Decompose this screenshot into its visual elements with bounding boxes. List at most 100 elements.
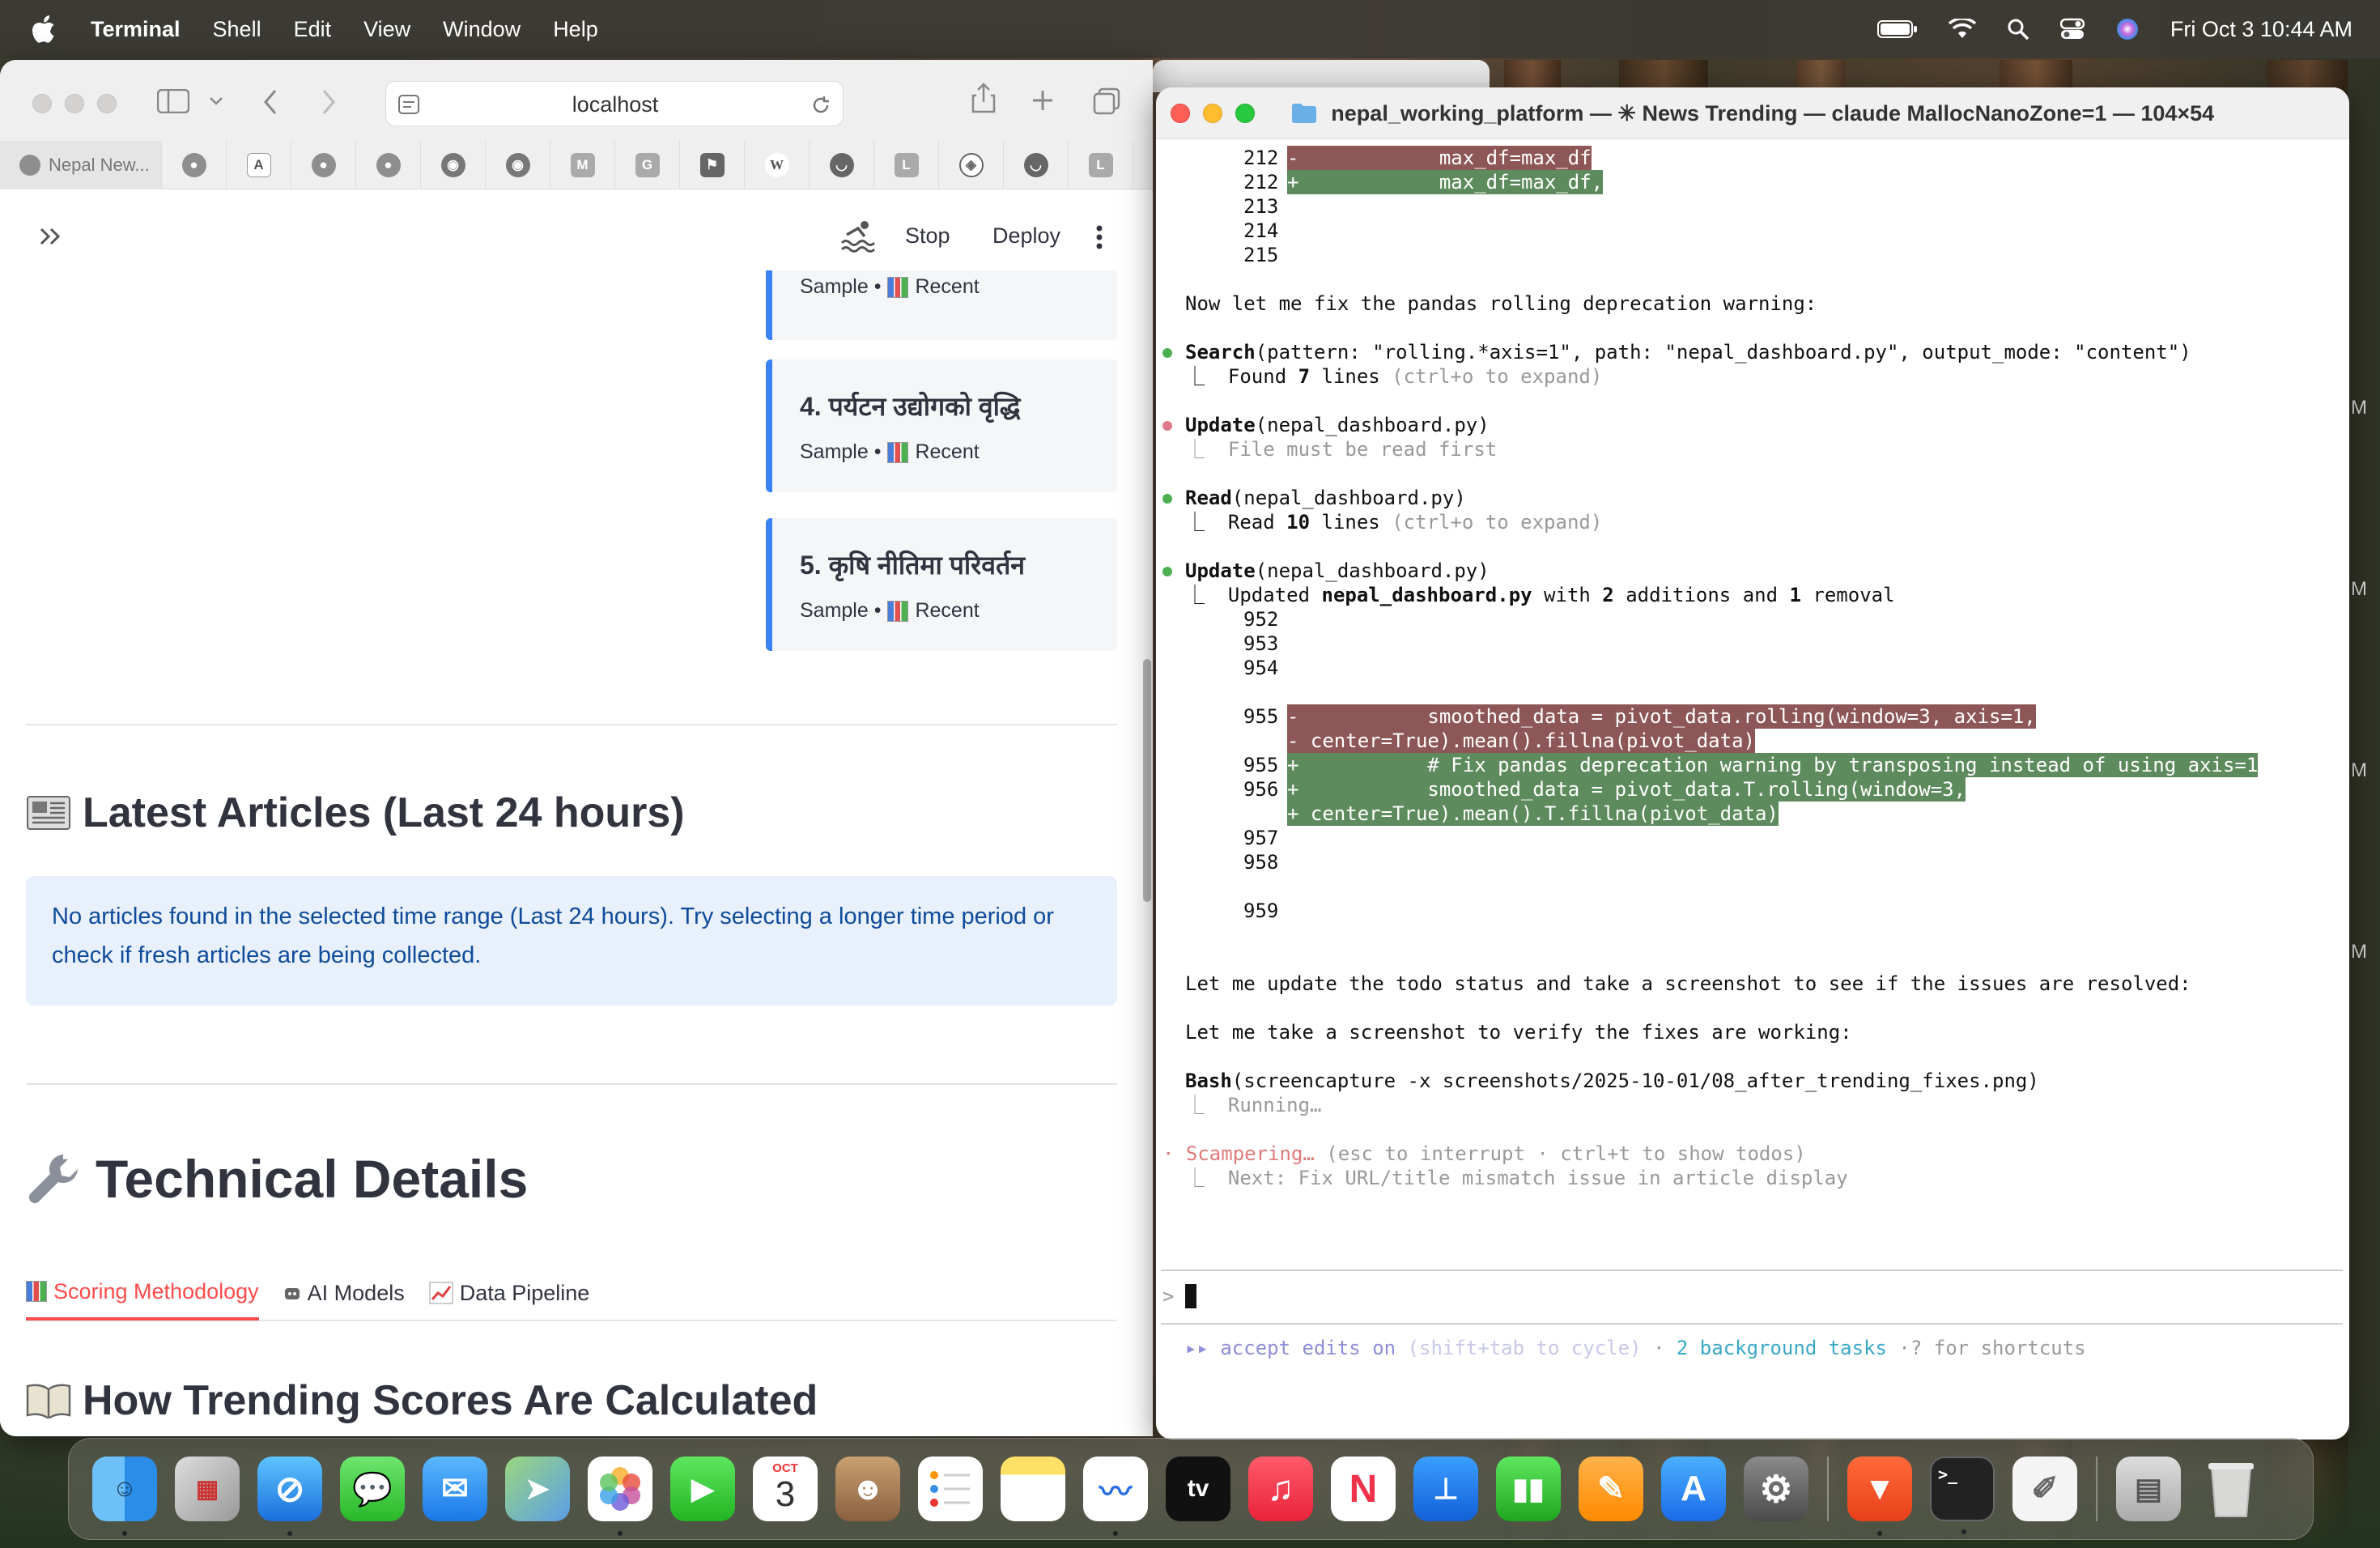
status-spinner-text: · Scampering… [1162, 1142, 1327, 1165]
chevron-down-icon[interactable] [209, 96, 223, 107]
dock: ☺ ▦ ⊘ 💬 ✉ ➤ ▶ OCT 3 ☻ 〰 tv ♫ N ⊥ ▮▮ ✎ A ⚙… [68, 1438, 2314, 1540]
technical-details-text: Technical Details [96, 1149, 529, 1209]
tool-args: (screencapture -x screenshots/2025-10-01… [1231, 1070, 2039, 1092]
tab-m[interactable]: M [550, 141, 615, 189]
new-tab-plus-icon[interactable] [1031, 89, 1054, 112]
window-close-button[interactable] [32, 94, 52, 113]
expand-sidebar-icon[interactable] [39, 227, 63, 246]
article-card[interactable]: 4. पर्यटन उद्योगको वृद्धि Sample • Recen… [766, 359, 1117, 492]
tab-label: Data Pipeline [459, 1280, 590, 1305]
apple-icon[interactable] [32, 15, 55, 43]
tab-label: Scoring Methodology [53, 1278, 259, 1303]
tab-reddit[interactable]: ● [291, 141, 356, 189]
sidebar-toggle-icon[interactable] [157, 89, 189, 113]
tab-compass[interactable]: ◈ [939, 141, 1004, 189]
tab-wikipedia[interactable]: W [745, 141, 810, 189]
trash-icon[interactable] [2199, 1457, 2263, 1521]
tab-data-pipeline[interactable]: Data Pipeline [429, 1265, 590, 1320]
line-number: 952 [1243, 608, 1279, 631]
news-icon[interactable]: N [1331, 1457, 1396, 1521]
card-title[interactable]: 5. कृषि नीतिमा परिवर्तन [800, 547, 1025, 582]
maps-icon[interactable]: ➤ [505, 1457, 570, 1521]
window-minimize-button[interactable] [65, 94, 84, 113]
stop-button[interactable]: Stop [905, 223, 950, 249]
reload-icon[interactable] [810, 95, 831, 116]
menu-app-name[interactable]: Terminal [91, 17, 181, 42]
input-border-top [1161, 1269, 2343, 1271]
downloads-stack-icon[interactable]: ▤ [2116, 1457, 2181, 1521]
bar-chart-icon [887, 600, 909, 622]
wifi-icon[interactable] [1948, 19, 1976, 40]
contacts-icon[interactable]: ☻ [835, 1457, 900, 1521]
finder-icon[interactable]: ☺ [92, 1457, 157, 1536]
tab-github[interactable]: ◉ [486, 141, 550, 189]
launchpad-icon[interactable]: ▦ [175, 1457, 240, 1521]
music-icon[interactable]: ♫ [1248, 1457, 1313, 1521]
window-zoom-button[interactable] [97, 94, 117, 113]
terminal-icon[interactable]: >_ [1930, 1457, 1995, 1534]
numbers-icon[interactable]: ▮▮ [1496, 1457, 1561, 1521]
forward-arrow-icon[interactable] [321, 89, 337, 115]
tab-nepal-news[interactable]: Nepal New... [0, 141, 162, 189]
tab-flag[interactable]: ⚑ [680, 141, 745, 189]
messages-icon[interactable]: 💬 [340, 1457, 405, 1521]
menu-shell[interactable]: Shell [213, 17, 261, 42]
tab-ai-models[interactable]: AI Models [283, 1265, 405, 1320]
text-cursor[interactable] [1185, 1284, 1196, 1308]
pages-icon[interactable]: ✎ [1579, 1457, 1643, 1521]
card-meta-source: Sample • [800, 599, 882, 622]
textedit-icon[interactable]: ✐ [2012, 1457, 2077, 1521]
back-arrow-icon[interactable] [262, 89, 278, 115]
page-scrollbar[interactable] [1143, 659, 1151, 902]
keynote-icon[interactable]: ⊥ [1413, 1457, 1478, 1521]
accept-edits-indicator[interactable]: ▸▸ accept edits on [1185, 1337, 1408, 1359]
system-settings-icon[interactable]: ⚙ [1744, 1457, 1808, 1521]
background-tasks-indicator[interactable]: 2 background tasks [1677, 1337, 1887, 1359]
photos-icon[interactable] [588, 1457, 652, 1536]
more-options-icon[interactable] [1096, 225, 1103, 249]
tab-pocket[interactable]: ◡ [810, 141, 874, 189]
reminders-icon[interactable] [918, 1457, 983, 1521]
tab-reddit[interactable]: ● [356, 141, 421, 189]
safari-icon[interactable]: ⊘ [257, 1457, 322, 1536]
mail-icon[interactable]: ✉ [423, 1457, 487, 1521]
article-card[interactable]: Sample • Recent [766, 270, 1117, 340]
tab-reddit[interactable]: ● [162, 141, 227, 189]
app-store-icon[interactable]: A [1661, 1457, 1726, 1521]
menu-view[interactable]: View [363, 17, 410, 42]
freeform-icon[interactable]: 〰 [1083, 1457, 1148, 1536]
article-card[interactable]: 5. कृषि नीतिमा परिवर्तन Sample • Recent [766, 518, 1117, 651]
menu-edit[interactable]: Edit [294, 17, 332, 42]
menu-window[interactable]: Window [443, 17, 521, 42]
tab-l[interactable]: L [1069, 141, 1133, 189]
control-center-icon[interactable] [2059, 18, 2085, 40]
footer-status: ▸▸ accept edits on (shift+tab to cycle) … [1185, 1336, 2086, 1360]
tab-scoring-methodology[interactable]: Scoring Methodology [26, 1265, 259, 1320]
tab-overview-icon[interactable] [1093, 87, 1120, 115]
deploy-button[interactable]: Deploy [992, 223, 1060, 249]
tab-pocket[interactable]: ◡ [1004, 141, 1069, 189]
siri-icon[interactable] [2115, 17, 2140, 41]
tab-ai[interactable]: A [227, 141, 291, 189]
menu-clock[interactable]: Fri Oct 3 10:44 AM [2170, 17, 2352, 42]
wrench-icon [28, 1155, 78, 1204]
tab-g[interactable]: G [615, 141, 680, 189]
result-text: additions and [1613, 584, 1790, 606]
calendar-icon[interactable]: OCT 3 [753, 1457, 818, 1521]
apple-tv-icon[interactable]: tv [1166, 1457, 1230, 1521]
tab-github[interactable]: ◉ [421, 141, 486, 189]
notes-icon[interactable] [1001, 1457, 1065, 1521]
result-text: removal [1800, 584, 1895, 606]
share-icon[interactable] [971, 83, 996, 113]
spotlight-search-icon[interactable] [2007, 18, 2029, 40]
photos-flower-icon [600, 1467, 640, 1511]
terminal-output[interactable]: 212 - max_df=max_df 212 + max_df=max_df,… [1156, 139, 2349, 1440]
brave-browser-icon[interactable]: ▼ [1847, 1457, 1912, 1536]
facetime-icon[interactable]: ▶ [670, 1457, 735, 1521]
safari-toolbar: localhost Nepal New... ● A ● ● ◉ ◉ M G ⚑… [0, 60, 1153, 189]
tab-l[interactable]: L [874, 141, 939, 189]
battery-icon[interactable] [1876, 19, 1918, 39]
menu-help[interactable]: Help [553, 17, 598, 42]
address-bar[interactable]: localhost [385, 81, 844, 126]
card-title[interactable]: 4. पर्यटन उद्योगको वृद्धि [800, 389, 1021, 423]
